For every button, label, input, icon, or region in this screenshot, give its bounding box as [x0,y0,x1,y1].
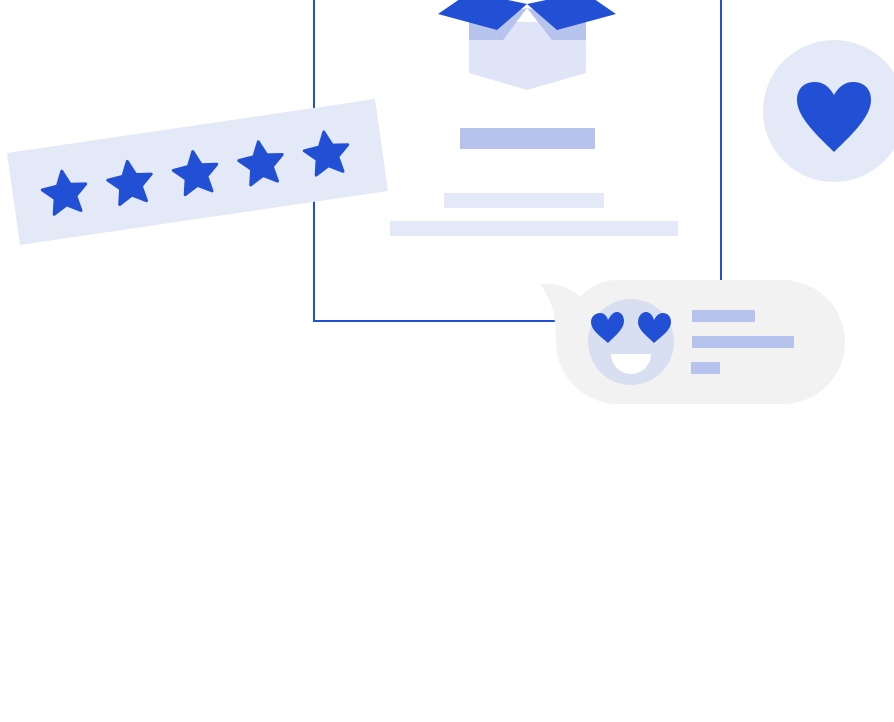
heart-eyes-emoji-icon [588,299,674,385]
favorite-badge [763,40,894,182]
product-text-line [390,221,678,236]
rating-banner [7,99,388,245]
review-bubble [540,280,845,404]
product-title-placeholder [460,128,595,149]
product-text-line [444,193,604,208]
review-text-line [692,336,794,348]
review-illustration [7,0,894,404]
review-text-line [691,362,720,374]
open-box-icon [438,0,616,90]
illustration-stage [0,0,894,722]
review-text-line [692,310,755,322]
